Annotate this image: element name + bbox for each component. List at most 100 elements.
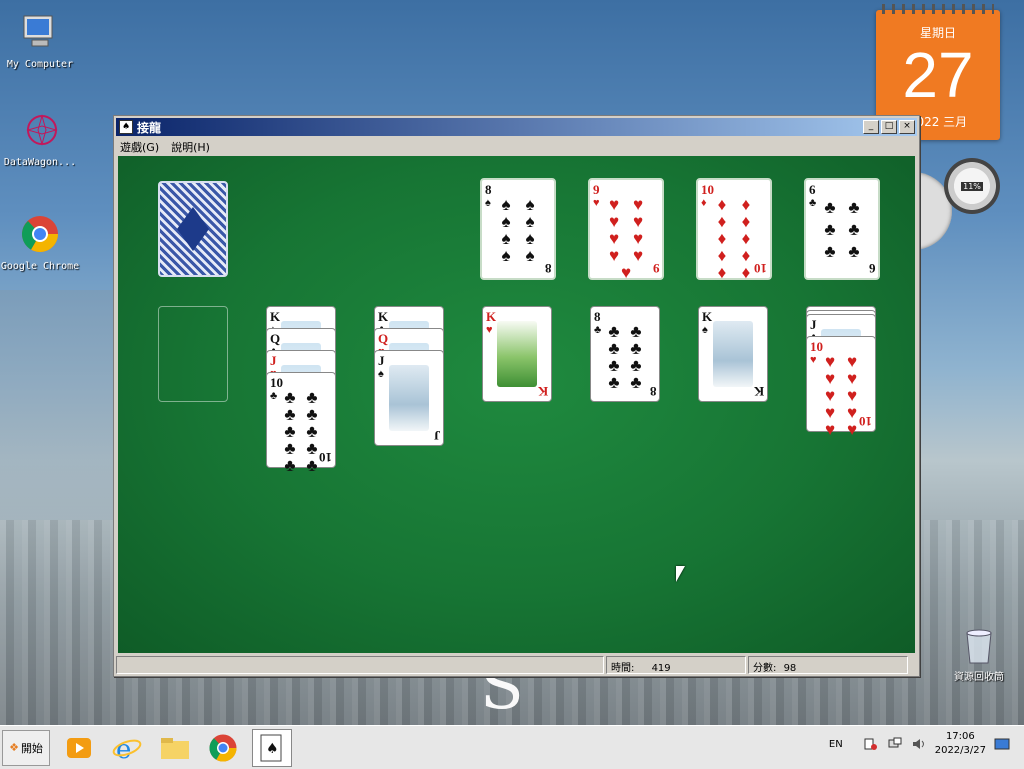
card-rank-bottom: K (537, 384, 548, 399)
maximize-button[interactable]: □ (881, 120, 897, 134)
foundation-pile[interactable]: 10 ♦ ♦ ♦ ♦ ♦ ♦ ♦ ♦ ♦ ♦ ♦ 10 (696, 178, 772, 282)
card-rank-bottom: K (753, 384, 764, 399)
card-pips: ♣ ♣ ♣ ♣ ♣ ♣ (824, 197, 860, 261)
card-rank: J ♠ (378, 353, 385, 380)
card-rank-bottom: 6 (868, 261, 876, 276)
window-title: 接龍 (137, 120, 162, 135)
card-rank-bottom: 8 (649, 384, 657, 399)
card-rank: 9 ♥ (593, 182, 600, 209)
desktop-icon-label: My Computer (6, 59, 74, 70)
foundation-pile[interactable]: 9 ♥ ♥ ♥ ♥ ♥ ♥ ♥ ♥ ♥ ♥ 9 (588, 178, 664, 282)
card-rank-bottom: 10 (754, 261, 767, 276)
card-pips: ♥ ♥ ♥ ♥ ♥ ♥ ♥ ♥ ♥ (608, 195, 644, 282)
mouse-cursor (676, 566, 685, 582)
stock-pile[interactable] (158, 181, 228, 277)
desktop-icon-recycle-bin[interactable]: 資源回收筒 (944, 625, 1014, 683)
start-label: 開始 (20, 741, 43, 755)
game-board[interactable]: 8 ♠ ♠ ♠ ♠ ♠ ♠ ♠ ♠ ♠ 8 9 ♥ ♥ ♥ ♥ ♥ ♥ ♥ ♥ ♥ ♥ 9 10 ♦ ♦ ♦ ♦ ♦ ♦ ♦ ♦ ♦ ♦ ♦ 10 6 ♣… (118, 156, 915, 653)
desktop-icon-datawagon[interactable]: DataWagon... (0, 110, 80, 168)
menu-help[interactable]: 說明(H) (171, 139, 210, 155)
status-time: 時間: 419 (606, 656, 746, 674)
computer-icon (23, 15, 53, 47)
action-center-icon[interactable] (863, 737, 879, 751)
taskbar-media-player[interactable] (60, 730, 98, 766)
svg-text:e: e (116, 735, 131, 763)
calendar-day: 27 (902, 39, 974, 111)
chrome-icon (209, 734, 237, 762)
network-icon[interactable] (887, 737, 903, 751)
card-rank-bottom: J (433, 428, 441, 443)
score-label: 分數: (753, 663, 777, 674)
card-rank: 8 ♣ (594, 309, 602, 336)
memory-meter-gadget[interactable]: 11% (944, 158, 1000, 214)
system-tray: EN 17:06 2022/3/27 (829, 730, 1018, 758)
datawagon-icon (26, 114, 58, 146)
desktop-icon-label: Google Chrome (0, 261, 80, 272)
solitaire-window[interactable]: ♠ 接龍 _ □ × 遊戲(G) 說明(H) 8 ♠ ♠ ♠ ♠ ♠ ♠ ♠ ♠ ♠ 8 9 ♥ ♥ ♥ ♥ ♥… (113, 115, 920, 677)
card-pips: ♥ ♥ ♥ ♥ ♥ ♥ ♥ ♥ ♥ ♥ (824, 352, 858, 439)
chrome-icon (21, 216, 59, 253)
foundation-pile[interactable]: 8 ♠ ♠ ♠ ♠ ♠ ♠ ♠ ♠ ♠ 8 (480, 178, 556, 280)
show-desktop-icon[interactable] (994, 737, 1010, 751)
card-pips: ♠ ♠ ♠ ♠ ♠ ♠ ♠ ♠ (501, 195, 535, 265)
clock-date: 2022/3/27 (934, 745, 986, 756)
taskbar-solitaire[interactable]: ♠ (252, 728, 292, 767)
score-value: 98 (783, 663, 797, 674)
card-face-art (497, 321, 537, 387)
recycle-bin-label: 資源回收筒 (954, 672, 1004, 683)
tableau-card[interactable]: J ♠ J (374, 350, 444, 446)
card-rank-bottom: 9 (652, 261, 660, 276)
tableau-card[interactable]: 10 ♥ ♥ ♥ ♥ ♥ ♥ ♥ ♥ ♥ ♥ ♥ 10 (806, 336, 876, 439)
card-face-art (713, 321, 753, 387)
clock-time: 17:06 (945, 731, 975, 742)
tableau-card[interactable]: 10 ♣ ♣ ♣ ♣ ♣ ♣ ♣ ♣ ♣ ♣ ♣ 10 (266, 372, 336, 475)
card-rank: K ♥ (486, 309, 497, 336)
empty-tableau-slot[interactable] (158, 306, 228, 402)
card-face-art (389, 365, 429, 431)
windows-logo-icon: ❖ (9, 741, 19, 754)
status-cell-empty (116, 656, 604, 674)
tableau-card[interactable]: 8 ♣ ♣ ♣ ♣ ♣ ♣ ♣ ♣ ♣ 8 (590, 306, 660, 402)
svg-text:♠: ♠ (266, 741, 279, 757)
wallpaper-hill (0, 290, 120, 520)
card-pips: ♦ ♦ ♦ ♦ ♦ ♦ ♦ ♦ ♦ ♦ (717, 195, 751, 282)
time-value: 419 (651, 663, 671, 674)
card-rank: 8 ♠ (485, 182, 492, 209)
card-rank: 6 ♣ (809, 182, 817, 209)
system-clock[interactable]: 17:06 2022/3/27 (935, 730, 986, 758)
language-indicator[interactable]: EN (829, 739, 843, 750)
card-rank: K♠ (702, 309, 713, 336)
tableau-card[interactable]: K♠ K (698, 306, 768, 402)
taskbar-internet-explorer[interactable]: e (108, 730, 146, 766)
card-pips: ♣ ♣ ♣ ♣ ♣ ♣ ♣ ♣ ♣ ♣ (284, 388, 318, 475)
card-rank-bottom: 10 (319, 450, 332, 465)
internet-explorer-icon: e (112, 735, 142, 763)
solitaire-app-icon: ♠ (119, 120, 133, 134)
volume-icon[interactable] (911, 737, 927, 751)
card-rank-bottom: 10 (859, 414, 872, 429)
desktop-icon-chrome[interactable]: Google Chrome (0, 214, 80, 272)
foundation-pile[interactable]: 6 ♣ ♣ ♣ ♣ ♣ ♣ ♣ 6 (804, 178, 880, 280)
menubar: 遊戲(G) 說明(H) (114, 138, 919, 156)
folder-icon (161, 737, 189, 759)
taskbar-file-explorer[interactable] (156, 730, 194, 766)
gauge-value: 11% (961, 181, 983, 191)
window-titlebar[interactable]: ♠ 接龍 _ □ × (116, 118, 917, 136)
start-button[interactable]: ❖ 開始 (2, 729, 50, 766)
media-player-icon (67, 737, 91, 758)
desktop-icon-label: DataWagon... (3, 157, 77, 168)
card-pips: ♣ ♣ ♣ ♣ ♣ ♣ ♣ ♣ (608, 322, 642, 392)
close-button[interactable]: × (899, 120, 915, 134)
minimize-button[interactable]: _ (863, 120, 879, 134)
calendar-rings (882, 4, 994, 14)
desktop-icon-my-computer[interactable]: My Computer (0, 12, 80, 70)
menu-game[interactable]: 遊戲(G) (120, 139, 159, 155)
status-bar: 時間: 419 分數: 98 (116, 656, 917, 674)
tableau-card[interactable]: K ♥ K (482, 306, 552, 402)
card-rank-bottom: 8 (544, 261, 552, 276)
taskbar-chrome[interactable] (204, 730, 242, 766)
card-back-pattern (177, 207, 209, 251)
time-label: 時間: (611, 663, 635, 674)
status-score: 分數: 98 (748, 656, 908, 674)
solitaire-icon: ♠ (260, 734, 282, 761)
